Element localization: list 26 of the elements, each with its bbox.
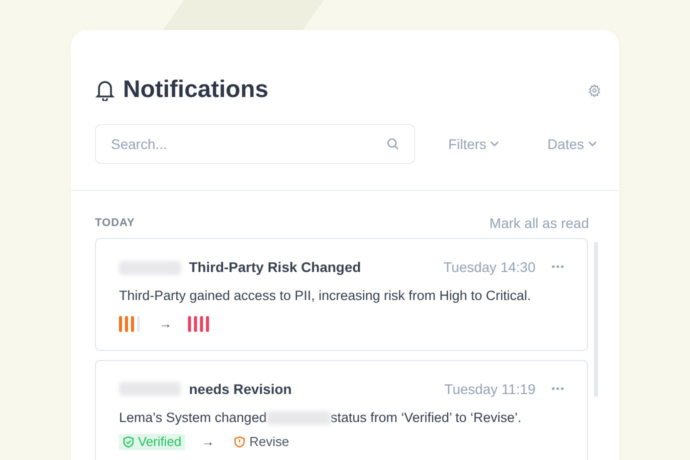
- section-heading: TODAY: [95, 216, 135, 232]
- settings-icon[interactable]: [588, 84, 601, 96]
- notification-text: status from ‘Verified’ to ‘Revise’.: [330, 408, 522, 427]
- dropdown-button[interactable]: Filters: [448, 134, 500, 154]
- mark-all-read-link[interactable]: Mark all as read: [489, 213, 589, 234]
- notification-text: Third-Party gained access to PII, increasing risk from High to Critical.: [119, 287, 531, 305]
- chevron-down-icon: [588, 141, 597, 147]
- notification-title: needs Revision: [189, 380, 292, 399]
- notification-text: Lema’s System changed: [119, 408, 267, 427]
- timestamp: Tuesday 11:19: [444, 380, 536, 399]
- notification-title: Third-Party Risk Changed: [189, 258, 361, 277]
- timestamp: Tuesday 14:30: [443, 258, 536, 277]
- notification-card[interactable]: needs Revision Tuesday 11:19 ••• Lema’s System changed status from ‘Verified’ to ‘Revise’. Verified → Revise: [95, 360, 588, 460]
- search-field[interactable]: Search...: [95, 124, 415, 164]
- page-title: Notifications: [123, 75, 268, 105]
- more-button[interactable]: •••: [551, 382, 565, 397]
- arrow-icon: →: [159, 314, 172, 334]
- chevron-down-icon: [490, 141, 500, 147]
- status-label: Revise: [230, 434, 294, 450]
- dropdown-button[interactable]: Dates: [547, 134, 597, 154]
- search-icon: [387, 138, 399, 150]
- arrow-icon: →: [201, 432, 214, 452]
- notification-card[interactable]: Third-Party Risk Changed Tuesday 14:30 ••• Third-Party gained access to PII, increasing risk from High to Critical. →: [95, 238, 588, 351]
- status-badge: Verified: [119, 434, 186, 450]
- bell-icon: [95, 79, 115, 101]
- more-button[interactable]: •••: [551, 260, 565, 275]
